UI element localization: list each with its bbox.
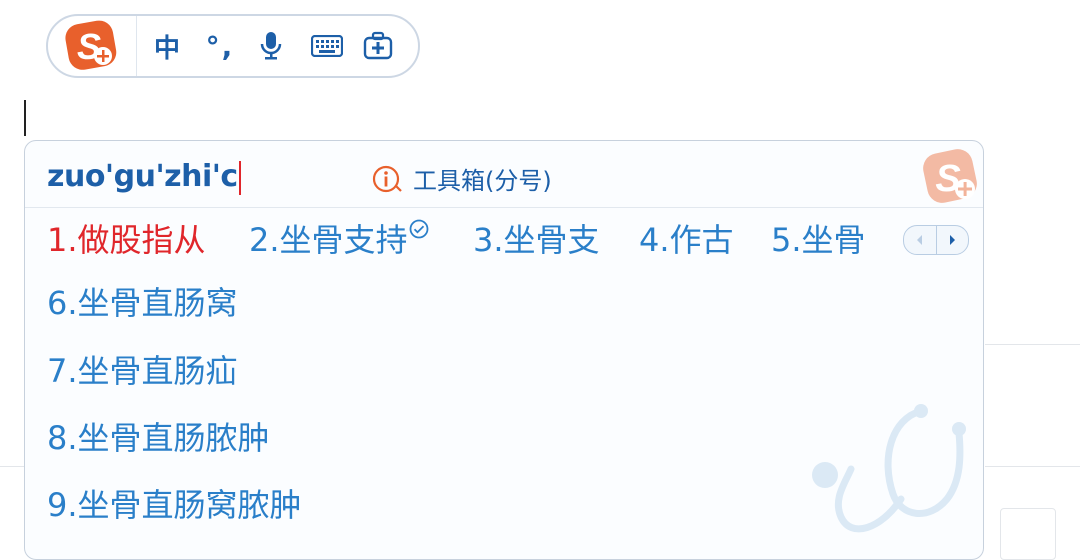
candidate-item[interactable]: 7.坐骨直肠疝 [47,351,238,391]
composition-bar: zuo'gu'zhi'c 工具箱(分号) S [25,141,983,208]
candidate-row: 1.做股指从 2.坐骨支持 3.坐骨支 4.作古 5.坐骨 [25,207,983,273]
toolbox-hint[interactable]: 工具箱(分号) [371,161,552,196]
candidate-item[interactable]: 8.坐骨直肠脓肿 [47,418,270,458]
composition-caret [238,160,241,195]
page-divider [985,344,1080,345]
candidate-item[interactable]: 5.坐骨 [771,220,866,260]
candidate-window: zuo'gu'zhi'c 工具箱(分号) S 1.做股指从 2.坐骨支持 3.坐… [24,140,984,560]
candidate-label: 2.坐骨支持 [249,221,408,259]
next-page-icon[interactable] [935,226,969,254]
stethoscope-icon [811,399,981,553]
candidate-pager [903,225,969,255]
keyboard-icon[interactable] [299,35,355,57]
candidate-item[interactable]: 3.坐骨支 [473,220,600,260]
punctuation-toggle[interactable]: °, [197,30,243,63]
candidate-item[interactable]: 1.做股指从 [47,220,206,260]
check-circle-icon [409,219,428,239]
info-icon [372,165,402,192]
composition-string: zuo'gu'zhi'c [47,159,241,195]
text-cursor [24,100,26,136]
page-divider [0,466,24,467]
prev-page-icon[interactable] [904,226,936,254]
sogou-logo-icon[interactable]: S [48,16,137,76]
page-divider [985,466,1080,467]
toolbox-hint-label: 工具箱(分号) [413,167,552,195]
composition-text: zuo'gu'zhi'c [47,159,238,194]
language-mode-toggle[interactable]: 中 [137,28,197,65]
microphone-icon[interactable] [243,31,299,61]
candidate-item[interactable]: 2.坐骨支持 [249,219,430,260]
candidate-item[interactable]: 6.坐骨直肠窝 [47,283,238,323]
page-box [1000,508,1056,560]
candidate-item[interactable]: 4.作古 [639,220,734,260]
sogou-logo-icon: S [919,147,981,213]
toolbox-icon[interactable] [355,31,401,61]
candidate-item[interactable]: 9.坐骨直肠窝脓肿 [47,485,302,525]
ime-status-bar: S 中 °, [46,14,420,78]
